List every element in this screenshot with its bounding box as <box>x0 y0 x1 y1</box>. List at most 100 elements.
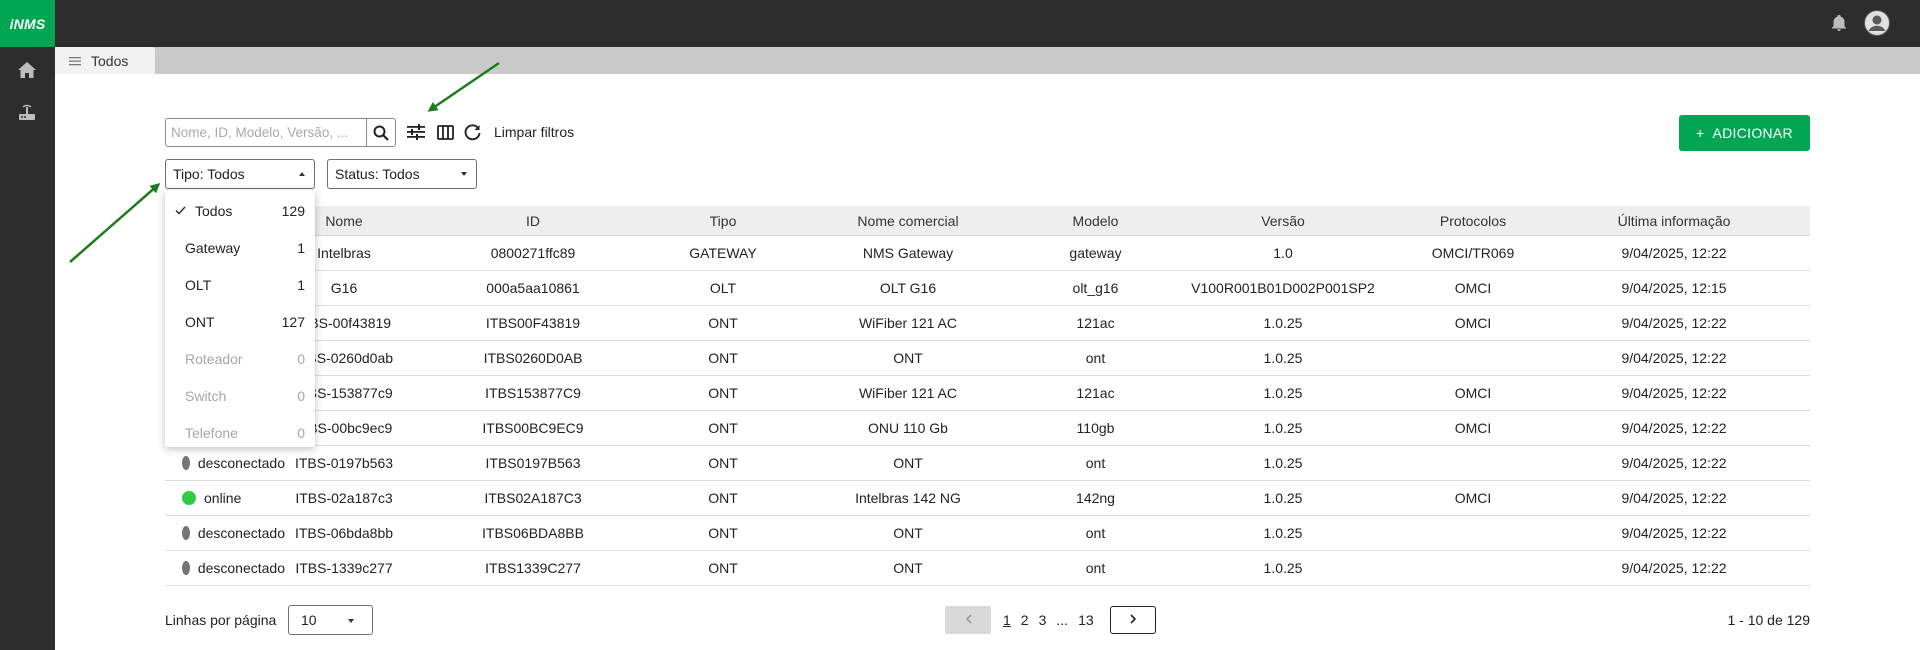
cell-protocolos <box>1408 516 1538 550</box>
option-count: 127 <box>281 313 305 330</box>
cell-modelo: ont <box>1085 350 1106 366</box>
option-label: Telefone <box>185 424 238 441</box>
cell-nome-comercial: ONU 110 Gb <box>868 420 948 436</box>
table-row[interactable]: G16 000a5aa10861 OLT OLT G16 olt_g16 V100R001… <box>165 271 1810 306</box>
chevron-left-icon <box>965 613 972 627</box>
previous-page-button[interactable] <box>945 606 991 634</box>
cell-id: ITBS1339C277 <box>485 560 581 576</box>
filter-sliders-icon[interactable] <box>405 121 427 143</box>
dropdown-option-ont[interactable]: ONT 127 <box>165 303 315 340</box>
search-input[interactable] <box>166 119 366 146</box>
col-protocolos[interactable]: Protocolos <box>1408 206 1538 235</box>
cell-nome-comercial: Intelbras 142 NG <box>855 490 961 506</box>
add-button[interactable]: + ADICIONAR <box>1679 115 1810 151</box>
cell-tipo: ONT <box>708 420 738 436</box>
cell-status: desconectado <box>165 446 285 480</box>
page-2-button[interactable]: 2 <box>1021 612 1029 628</box>
columns-icon[interactable] <box>434 121 456 143</box>
rows-per-page-label: Linhas por página <box>165 612 277 628</box>
cell-modelo: ont <box>1085 525 1106 541</box>
col-versao[interactable]: Versão <box>1158 206 1408 235</box>
bell-icon[interactable] <box>1830 11 1848 35</box>
cell-ultima-informacao: 9/04/2025, 12:22 <box>1621 385 1727 401</box>
cell-versao: 1.0.25 <box>1263 350 1303 366</box>
table-body: Intelbras 0800271ffc89 GATEWAY NMS Gateway g… <box>165 236 1810 586</box>
option-label-group: Roteador <box>185 351 243 367</box>
dropdown-option-olt[interactable]: OLT 1 <box>165 266 315 303</box>
cell-modelo: ont <box>1085 455 1106 471</box>
col-modelo[interactable]: Modelo <box>1033 206 1158 235</box>
table-row[interactable]: ITBS-00bc9ec9 ITBS00BC9EC9 ONT ONU 110 Gb 11… <box>165 411 1810 446</box>
cell-versao: 1.0.25 <box>1263 455 1303 471</box>
page-13-button[interactable]: 13 <box>1078 612 1094 628</box>
cell-tipo: ONT <box>708 385 738 401</box>
home-icon[interactable] <box>16 59 38 81</box>
tab-label: Todos <box>91 52 129 69</box>
cell-tipo: OLT <box>709 280 737 296</box>
cell-modelo: 121ac <box>1076 315 1115 331</box>
next-page-button[interactable] <box>1110 606 1156 634</box>
caret-up-icon <box>299 172 305 176</box>
page-ellipsis: ... <box>1056 612 1069 628</box>
app-logo[interactable]: iNMS <box>0 0 55 47</box>
cell-versao: 1.0.25 <box>1263 560 1303 576</box>
check-icon <box>175 203 186 218</box>
table-row[interactable]: ITBS-00f43819 ITBS00F43819 ONT WiFiber 121 … <box>165 306 1810 341</box>
col-id[interactable]: ID <box>403 206 663 235</box>
cell-modelo: gateway <box>1069 245 1122 261</box>
cell-nome: ITBS-02a187c3 <box>295 490 393 506</box>
status-label: online <box>204 490 242 506</box>
col-nome-comercial[interactable]: Nome comercial <box>783 206 1033 235</box>
router-icon[interactable] <box>16 102 38 124</box>
annotation-arrow-type <box>69 183 161 263</box>
table-row[interactable]: desconectado ITBS-0197b563 ITBS0197B563 ONT… <box>165 446 1810 481</box>
col-ultima-informacao[interactable]: Última informação <box>1538 206 1810 235</box>
refresh-icon[interactable] <box>461 121 483 143</box>
cell-tipo: GATEWAY <box>689 245 757 261</box>
devices-table: Nome ID Tipo Nome comercial Modelo Versã… <box>165 206 1810 586</box>
rows-per-page-select[interactable]: 10 <box>288 605 373 635</box>
cell-status: online <box>165 481 285 515</box>
search-icon[interactable] <box>366 119 394 146</box>
tab-todos[interactable]: Todos <box>55 47 155 74</box>
cell-id: 000a5aa10861 <box>486 280 580 296</box>
cell-versao: 1.0.25 <box>1263 315 1303 331</box>
option-count: 1 <box>297 276 305 293</box>
cell-id: ITBS02A187C3 <box>484 490 582 506</box>
option-label-group: Todos <box>195 203 232 219</box>
dropdown-option-telefone: Telefone 0 <box>165 414 315 451</box>
cell-nome-comercial: WiFiber 121 AC <box>858 315 958 331</box>
caret-down-icon <box>348 619 354 623</box>
option-count: 0 <box>297 424 305 441</box>
option-count: 0 <box>297 350 305 367</box>
table-row[interactable]: ITBS-0260d0ab ITBS0260D0AB ONT ONT ont 1.0.25… <box>165 341 1810 376</box>
status-filter-select[interactable]: Status: Todos <box>327 159 477 189</box>
col-tipo[interactable]: Tipo <box>663 206 783 235</box>
page-numbers: 1 2 3... 13 <box>1003 612 1094 628</box>
dropdown-option-gateway[interactable]: Gateway 1 <box>165 229 315 266</box>
cell-modelo: 110gb <box>1076 420 1115 436</box>
cell-ultima-informacao: 9/04/2025, 12:22 <box>1621 490 1727 506</box>
table-row[interactable]: ITBS-153877c9 ITBS153877C9 ONT WiFiber 121 … <box>165 376 1810 411</box>
status-dot <box>182 491 196 505</box>
table-row[interactable]: Intelbras 0800271ffc89 GATEWAY NMS Gateway g… <box>165 236 1810 271</box>
status-dot <box>182 526 190 540</box>
cell-protocolos: OMCI/TR069 <box>1431 245 1515 261</box>
cell-ultima-informacao: 9/04/2025, 12:22 <box>1621 350 1727 366</box>
table-header: Nome ID Tipo Nome comercial Modelo Versã… <box>165 206 1810 236</box>
status-dot <box>182 561 190 575</box>
dropdown-option-todos[interactable]: Todos 129 <box>165 192 315 229</box>
clear-filters-link[interactable]: Limpar filtros <box>494 124 574 140</box>
type-filter-select[interactable]: Tipo: Todos <box>165 159 315 189</box>
table-row[interactable]: online ITBS-02a187c3 ITBS02A187C3 ONT Intelb… <box>165 481 1810 516</box>
cell-modelo: olt_g16 <box>1072 280 1119 296</box>
cell-id: ITBS0260D0AB <box>483 350 583 366</box>
table-row[interactable]: desconectado ITBS-1339c277 ITBS1339C277 ONT… <box>165 551 1810 586</box>
table-row[interactable]: desconectado ITBS-06bda8bb ITBS06BDA8BB ONT… <box>165 516 1810 551</box>
page-1-button[interactable]: 1 <box>1003 612 1011 628</box>
cell-versao: 1.0 <box>1273 245 1293 261</box>
avatar-icon[interactable] <box>1864 10 1890 36</box>
cell-tipo: ONT <box>708 455 738 471</box>
page-3-button[interactable]: 3 <box>1039 612 1047 628</box>
cell-nome-comercial: ONT <box>893 350 923 366</box>
